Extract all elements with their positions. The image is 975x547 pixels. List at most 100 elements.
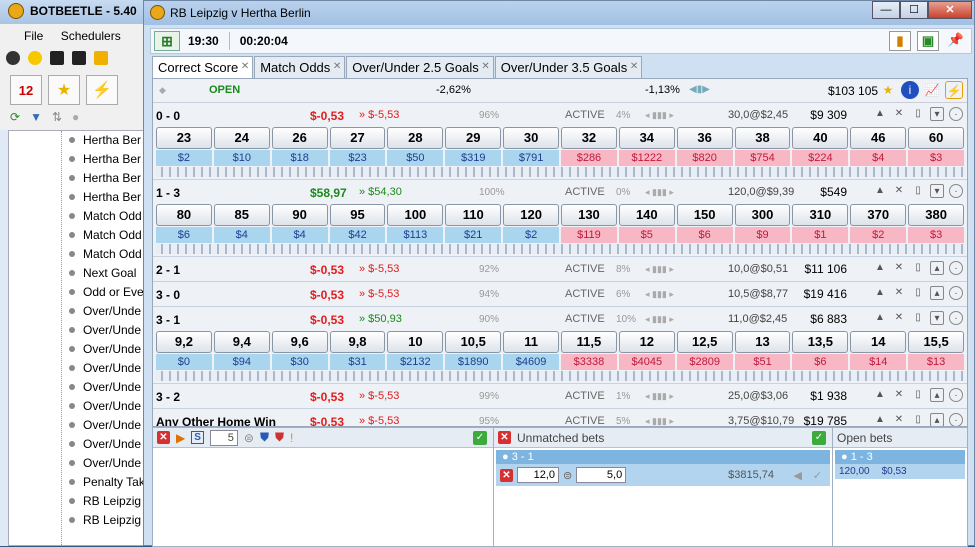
ladder-icon[interactable]: ▯ [911, 107, 925, 121]
minimize-icon[interactable]: — [872, 1, 900, 19]
tree-item[interactable]: Penalty Tak [9, 473, 159, 492]
graph-icon[interactable]: ▲ [873, 107, 887, 121]
market-window-titlebar[interactable]: RB Leipzig v Hertha Berlin — ☐ ✕ [144, 1, 974, 25]
back-price-button[interactable]: 85 [213, 204, 270, 226]
options-icon[interactable]: · [949, 388, 963, 402]
tree-item[interactable]: Over/Unde [9, 435, 159, 454]
tools-icon[interactable]: ✕ [892, 107, 906, 121]
lay-price-button[interactable]: 32 [561, 127, 617, 149]
tools-icon[interactable]: ✕ [892, 184, 906, 198]
options-icon[interactable]: · [949, 286, 963, 300]
lay-price-button[interactable]: 370 [850, 204, 907, 226]
graph-icon[interactable]: ▲ [873, 261, 887, 275]
filter-icon[interactable]: ▼ [30, 110, 42, 126]
bg-window-titlebar[interactable]: BOTBEETLE - 5.40 [0, 0, 159, 24]
lightning-tab-icon[interactable]: ⚡ [86, 75, 118, 105]
collapse-icon[interactable]: ◆ [159, 85, 166, 96]
tree-item[interactable]: Over/Unde [9, 378, 159, 397]
options-icon[interactable]: · [949, 261, 963, 275]
tree-item[interactable]: Hertha Ber [9, 150, 159, 169]
shield-red-icon[interactable]: ⛊ [275, 430, 284, 445]
runner-name[interactable]: 1 - 3 [156, 186, 180, 200]
tools-icon[interactable]: ✕ [892, 286, 906, 300]
tab-over-under-2-5[interactable]: Over/Under 2.5 Goals ✕ [346, 56, 494, 78]
sort-icon[interactable]: ⇅ [52, 110, 62, 126]
lightning-icon[interactable] [94, 51, 108, 65]
graph-icon[interactable]: ▲ [873, 388, 887, 402]
runner-name[interactable]: 2 - 1 [156, 263, 180, 277]
tools-icon[interactable]: ✕ [892, 413, 906, 426]
runner-name[interactable]: 3 - 2 [156, 390, 180, 404]
chart-icon[interactable]: ▮ [889, 31, 911, 51]
back-price-button[interactable]: 110 [445, 204, 502, 226]
cancel-icon[interactable]: ✕ [157, 431, 170, 444]
stop-icon[interactable]: ⊜ [563, 469, 572, 482]
ladder-icon[interactable]: ▯ [911, 311, 925, 325]
ladder-icon[interactable]: ▯ [911, 286, 925, 300]
info-icon[interactable]: i [901, 81, 919, 99]
graph-icon[interactable]: ▲ [873, 184, 887, 198]
tools-icon[interactable]: ✕ [892, 261, 906, 275]
expand-icon[interactable]: ▾ [930, 311, 944, 325]
lay-price-button[interactable]: 12,5 [676, 331, 733, 353]
lay-price-button[interactable]: 310 [792, 204, 849, 226]
chart-icon[interactable]: 📈 [923, 81, 941, 99]
confirm-icon[interactable]: ✓ [812, 431, 826, 445]
options-icon[interactable]: · [949, 107, 963, 121]
tab-correct-score[interactable]: Correct Score ✕ [152, 56, 254, 79]
back-arrow-icon[interactable]: ◀ [794, 469, 802, 482]
runner-name[interactable]: 0 - 0 [156, 109, 180, 123]
back-price-button[interactable]: 120 [503, 204, 560, 226]
stop-icon[interactable]: ⊜ [244, 431, 254, 445]
cancel-all-icon[interactable]: ✕ [498, 431, 511, 444]
screen-add-icon[interactable]: ▣ [917, 31, 939, 51]
lay-price-button[interactable]: 60 [908, 127, 965, 149]
tree-item[interactable]: Odd or Eve [9, 283, 159, 302]
tab-over-under-3-5[interactable]: Over/Under 3.5 Goals ✕ [494, 56, 643, 78]
lay-price-button[interactable]: 36 [676, 127, 733, 149]
tools-icon[interactable]: ✕ [892, 311, 906, 325]
back-price-button[interactable]: 27 [329, 127, 386, 149]
tree-item[interactable]: Hertha Ber [9, 188, 159, 207]
lay-price-button[interactable]: 150 [676, 204, 733, 226]
tennis-ball-icon[interactable] [28, 51, 42, 65]
back-price-button[interactable]: 80 [156, 204, 212, 226]
warning-icon[interactable]: ! [290, 431, 293, 445]
horse-icon[interactable] [50, 51, 64, 65]
lay-price-button[interactable]: 13,5 [792, 331, 849, 353]
calendar-icon[interactable]: 12 [10, 75, 42, 105]
expand-icon[interactable]: ▴ [930, 261, 944, 275]
lay-price-button[interactable]: 140 [618, 204, 675, 226]
lay-price-button[interactable]: 12 [618, 331, 675, 353]
tree-item[interactable]: Over/Unde [9, 416, 159, 435]
back-price-button[interactable]: 95 [329, 204, 386, 226]
flame-icon[interactable]: ▶ [176, 431, 185, 445]
back-price-button[interactable]: 9,2 [156, 331, 212, 353]
graph-icon[interactable]: ▲ [873, 311, 887, 325]
back-price-button[interactable]: 23 [156, 127, 212, 149]
odds-input[interactable]: 12,0 [517, 467, 559, 483]
back-price-button[interactable]: 10 [387, 331, 444, 353]
s-icon[interactable]: S [191, 431, 204, 444]
expand-icon[interactable]: ▴ [930, 286, 944, 300]
graph-icon[interactable]: ▲ [873, 413, 887, 426]
back-price-button[interactable]: 10,5 [445, 331, 502, 353]
unmatched-bet-row[interactable]: ✕ 12,0 ⊜ 5,0 $3815,74 ◀ ✓ [496, 464, 830, 486]
arrows-icon[interactable]: ◀▮▶ [689, 84, 710, 95]
expand-icon[interactable]: ▴ [930, 388, 944, 402]
lay-price-button[interactable]: 40 [792, 127, 849, 149]
runner-name[interactable]: 3 - 1 [156, 313, 180, 327]
ladder-icon[interactable]: ▯ [911, 388, 925, 402]
lay-price-button[interactable]: 13 [734, 331, 791, 353]
options-icon[interactable]: · [949, 311, 963, 325]
close-tab-icon[interactable]: ✕ [241, 61, 249, 72]
tree-item[interactable]: Next Goal [9, 264, 159, 283]
options-icon[interactable]: · [949, 184, 963, 198]
expand-icon[interactable]: ▾ [930, 184, 944, 198]
tree-item[interactable]: Over/Unde [9, 302, 159, 321]
tree-item[interactable]: Over/Unde [9, 340, 159, 359]
tree-item[interactable]: Over/Unde [9, 454, 159, 473]
runner-name[interactable]: 3 - 0 [156, 288, 180, 302]
back-price-button[interactable]: 9,4 [213, 331, 270, 353]
tree-item[interactable]: Over/Unde [9, 397, 159, 416]
